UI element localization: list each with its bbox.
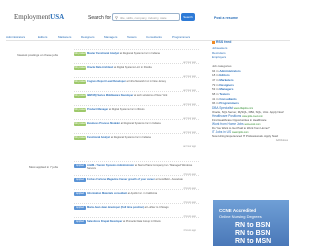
- activity-desc: at Regional Systems Inc in Indiana: [120, 122, 161, 125]
- activity-desc: at tech solutions of New York: [133, 94, 168, 97]
- rss-title: RSS feed: [212, 40, 292, 44]
- banner-line1: CCNE Accredited: [219, 208, 257, 213]
- activity-badge: Job posted: [74, 80, 86, 84]
- banner-program: RN to BSN: [235, 222, 271, 229]
- sidebar: RSS feed Jobseekers Recruiters Employers…: [212, 40, 292, 142]
- row-divider: [74, 105, 199, 106]
- activity-item[interactable]: Business Process Modeler at Regional Sys…: [87, 122, 197, 125]
- activity-item[interactable]: Information Materials consultant at Apol…: [87, 192, 197, 195]
- nav-consultants[interactable]: Consultants: [146, 35, 162, 39]
- activity-item[interactable]: Forbes Fortune Magazine Career growth of…: [87, 178, 197, 181]
- activity-desc: at Pinnacle Data Group in Illinois: [122, 220, 161, 223]
- activity-desc: at Luthier to Chicago: [143, 206, 169, 209]
- banner-program: RN to BSN: [235, 230, 271, 237]
- activity-title[interactable]: Maria Jean Jean developer (Full time pos…: [87, 206, 144, 209]
- most-applied-label: Most applied in 7 jobs: [28, 165, 58, 169]
- activity-title[interactable]: Information Materials consultant: [87, 192, 127, 195]
- activity-title[interactable]: Salesforce Drupal Developer: [87, 220, 122, 223]
- post-resume-link[interactable]: Post a resume: [214, 16, 238, 20]
- row-divider: [74, 91, 199, 92]
- row-divider: [74, 217, 199, 218]
- row-divider: [74, 161, 199, 162]
- activity-item[interactable]: Maria Jean Jean developer (Full time pos…: [87, 206, 197, 209]
- header: EmploymentUSA Search for jobs: ⚲ title, …: [0, 0, 296, 30]
- nav-managers[interactable]: Managers: [104, 35, 117, 39]
- row-divider: [74, 133, 199, 134]
- row-divider: [74, 189, 199, 190]
- activity-item[interactable]: Cognos Report Lead Developer at Infra Ne…: [87, 80, 197, 83]
- activity-item[interactable]: Master Functional Analyst at Regional Sy…: [87, 52, 197, 55]
- activity-desc: at Regional Systems Inc in Indiana: [110, 136, 151, 139]
- site-logo[interactable]: EmploymentUSA: [14, 13, 64, 21]
- search-button[interactable]: Search: [181, 13, 195, 21]
- nav-marketers[interactable]: Marketers: [58, 35, 71, 39]
- search-icon: ⚲: [115, 15, 118, 20]
- activity-item[interactable]: Oracle Data Architect at Digital Systems…: [87, 66, 197, 69]
- activity-title[interactable]: Product Manager: [87, 108, 108, 111]
- adchoices-link[interactable]: AdChoices: [212, 139, 288, 142]
- activity-time: 4 hours ago: [183, 229, 196, 232]
- activity-desc: at Digital Systems Inc in Illinois: [108, 108, 145, 111]
- row-divider: [74, 49, 199, 50]
- row-divider: [74, 63, 199, 64]
- activity-item[interactable]: Functional Analyst at Regional Systems I…: [87, 136, 197, 139]
- activity-title[interactable]: Functional Analyst: [87, 136, 110, 139]
- search-input[interactable]: ⚲ title, skills, company, industry, stat…: [112, 13, 180, 21]
- activity-title[interactable]: Cognos Report Lead Developer: [87, 80, 126, 83]
- row-divider: [74, 119, 199, 120]
- activity-badge: Applied: [74, 192, 86, 196]
- activity-badge: Applied: [74, 178, 86, 182]
- activity-title[interactable]: Business Process Modeler: [87, 122, 120, 125]
- activity-title[interactable]: Master Functional Analyst: [87, 52, 119, 55]
- activity-badge: Applied: [74, 206, 86, 210]
- activity-badge: Job posted: [74, 108, 86, 112]
- ad-text: Now Hiring Experienced IT Professionals.…: [212, 133, 279, 138]
- activity-badge: Job posted: [74, 66, 86, 70]
- nav-programmers[interactable]: Programmers: [172, 35, 190, 39]
- row-divider: [74, 77, 199, 78]
- activity-badge: Job posted: [74, 122, 86, 126]
- nav-testers[interactable]: Testers: [127, 35, 137, 39]
- activity-desc: at Apollo Inc. in California: [127, 192, 158, 195]
- nursing-ad-banner[interactable]: CCNE Accredited Online Nursing Degrees R…: [213, 200, 289, 246]
- activity-badge: Job posted: [74, 94, 86, 98]
- nav-editors[interactable]: Editors: [38, 35, 47, 39]
- activity-desc: at Digital Systems LLC in Florida: [113, 66, 152, 69]
- text-ads: DBA Specialist www.dbajobs.com Oracle, S…: [212, 106, 292, 142]
- rss-icon: [212, 40, 215, 44]
- activity-badge: Applied: [74, 164, 86, 168]
- rss-link-employers[interactable]: Employers: [212, 55, 292, 60]
- activity-item[interactable]: Product Manager at Digital Systems Inc i…: [87, 108, 197, 111]
- activity-badge: Applied: [74, 220, 86, 224]
- nav-designers[interactable]: Designers: [81, 35, 95, 39]
- activity-desc: at Regional Systems Inc in Indiana: [119, 52, 160, 55]
- activity-item[interactable]: AntiM. / Senior Systems Administrator at…: [87, 164, 197, 170]
- categories-title: Job categories: [212, 63, 232, 68]
- row-divider: [74, 175, 199, 176]
- activity-badge: Job posted: [74, 52, 86, 56]
- banner-line2: Online Nursing Degrees: [219, 214, 262, 219]
- activity-desc: at Infra Network Inc in New Jersey: [125, 80, 167, 83]
- search-placeholder: title, skills, company, industry, state: [120, 16, 167, 20]
- activity-time: an hour ago: [183, 145, 196, 148]
- recent-postings-label: Newest postings on these jobs: [17, 53, 58, 57]
- activity-badge: Job posted: [74, 136, 86, 140]
- activity-title[interactable]: Oracle Data Architect: [87, 66, 113, 69]
- activity-desc: at Goodfield - Associate: [154, 178, 183, 181]
- row-divider: [74, 203, 199, 204]
- activity-title[interactable]: Forbes Fortune Magazine Career growth of…: [87, 178, 155, 181]
- nav-administrators[interactable]: Administrators: [6, 35, 25, 39]
- activity-title[interactable]: IBM MQ Series Middleware Developer: [87, 94, 133, 97]
- activity-item[interactable]: IBM MQ Series Middleware Developer at te…: [87, 94, 197, 97]
- activity-item[interactable]: Salesforce Drupal Developer at Pinnacle …: [87, 220, 197, 223]
- banner-program: RN to MSN: [235, 238, 272, 245]
